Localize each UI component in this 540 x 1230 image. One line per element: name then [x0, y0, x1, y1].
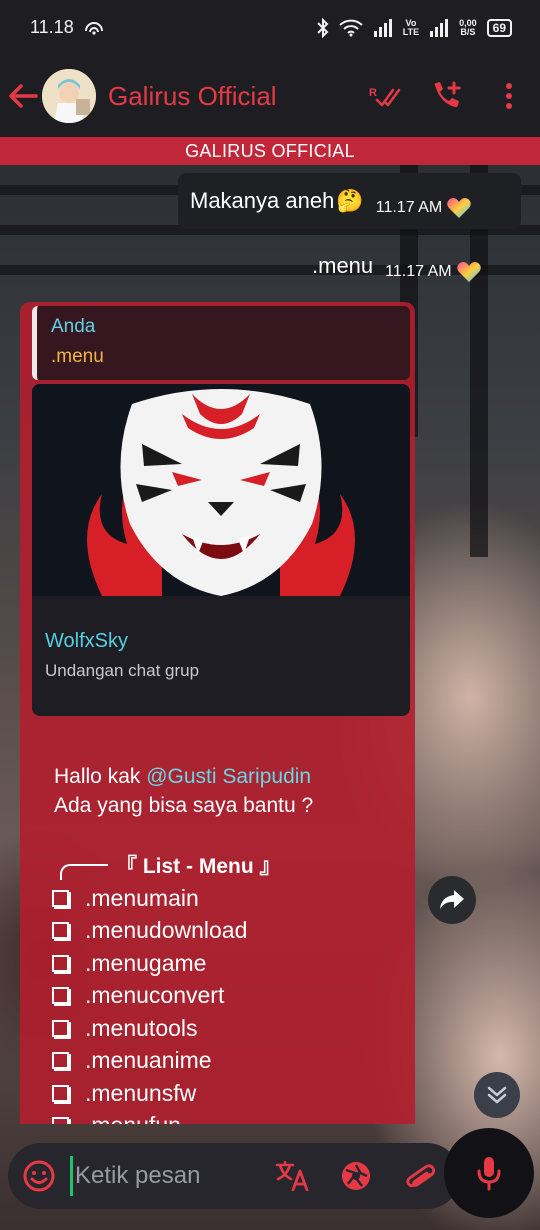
menu-item: .menuconvert: [52, 980, 247, 1013]
forward-button[interactable]: [428, 876, 476, 924]
double-chevron-down-icon: [487, 1086, 507, 1104]
greeting-prefix: Hallo kak: [54, 765, 147, 788]
checkbox-icon: [52, 1084, 69, 1102]
read-receipt-icon: R: [369, 87, 401, 107]
menu-title: 『 List - Menu 』: [116, 855, 281, 878]
add-call-button[interactable]: [416, 66, 478, 126]
mark-read-button[interactable]: R: [354, 66, 416, 126]
tiger-logo-image: [32, 384, 410, 596]
quoted-message[interactable]: Anda .menu: [32, 306, 410, 380]
volte-label-bottom: LTE: [402, 26, 420, 37]
menu-item-label: .menuconvert: [85, 982, 225, 1009]
smiley-icon: [23, 1160, 55, 1192]
hotspot-icon: [84, 21, 104, 35]
emoji-button[interactable]: [8, 1160, 70, 1192]
attach-button[interactable]: [388, 1146, 452, 1206]
camera-button[interactable]: [324, 1146, 388, 1206]
translate-button[interactable]: [260, 1146, 324, 1206]
heart-read-icon: [447, 198, 471, 218]
message-time: 11.17 AM: [385, 263, 452, 280]
share-arrow-icon: [440, 890, 464, 909]
menu-item: .menutools: [52, 1012, 247, 1045]
signal-icon: [429, 18, 449, 37]
checkbox-icon: [52, 922, 69, 940]
checkbox-icon: [52, 1052, 69, 1070]
phone-add-icon: [434, 81, 461, 108]
back-arrow-icon: [9, 84, 38, 108]
menu-item: .menumain: [52, 882, 247, 915]
message-composer: Ketik pesan: [8, 1143, 460, 1209]
wifi-icon: [339, 19, 363, 37]
scroll-to-bottom-button[interactable]: [474, 1072, 520, 1118]
menu-item: .menunsfw: [52, 1077, 247, 1110]
thinking-emoji: 🤔: [336, 188, 364, 214]
more-vertical-icon: [506, 83, 512, 109]
back-button[interactable]: [0, 66, 46, 126]
group-invite-image: [32, 384, 410, 596]
menu-item-label: .menumain: [85, 884, 199, 911]
invite-group-name: WolfxSky: [45, 630, 128, 652]
message-text: Makanya aneh: [190, 188, 335, 213]
greeting-text: Hallo kak @Gusti Saripudin Ada yang bisa…: [54, 762, 313, 820]
invite-label: Undangan chat grup: [45, 661, 200, 680]
quoted-author: Anda: [51, 316, 96, 337]
volte-icon: Vo LTE: [402, 18, 420, 37]
group-header-banner: GALIRUS OFFICIAL: [0, 137, 540, 165]
incoming-message[interactable]: Anda .menu WolfxSky Undangan chat grup H…: [20, 302, 415, 1124]
menu-item-label: .menuanime: [85, 1047, 212, 1074]
menu-item-label: .menugame: [85, 949, 207, 976]
menu-title-row: 『 List - Menu 』: [60, 850, 281, 880]
net-speed: 0,00 B/S: [459, 18, 477, 37]
heart-read-icon: [456, 262, 481, 282]
svg-text:R: R: [369, 87, 377, 99]
menu-item-label: .menunsfw: [85, 1079, 197, 1106]
status-time: 11.18: [30, 17, 74, 37]
outgoing-message[interactable]: .menu 11.17 AM: [312, 243, 482, 289]
menu-item: .menugame: [52, 947, 247, 980]
menu-title-decoration: [60, 864, 108, 880]
message-time: 11.17 AM: [375, 199, 443, 216]
menu-item-label: .menutools: [85, 1014, 198, 1041]
signal-icon: [373, 18, 393, 37]
menu-item: .menufun: [52, 1110, 247, 1124]
checkbox-icon: [52, 987, 69, 1005]
checkbox-icon: [52, 889, 69, 907]
menu-item-label: .menudownload: [85, 917, 248, 944]
checkbox-icon: [52, 1019, 69, 1037]
translate-icon: [275, 1161, 309, 1191]
menu-item: .menudownload: [52, 915, 247, 948]
group-invite-card[interactable]: WolfxSky Undangan chat grup: [32, 384, 410, 716]
more-options-button[interactable]: [478, 66, 540, 126]
menu-item-label: .menufun: [85, 1112, 181, 1124]
checkbox-icon: [52, 954, 69, 972]
microphone-icon: [477, 1157, 501, 1191]
paperclip-icon: [406, 1164, 435, 1188]
greeting-line-2: Ada yang bisa saya bantu ?: [54, 794, 314, 817]
outgoing-message[interactable]: Makanya aneh 🤔 11.17 AM: [178, 173, 521, 229]
message-text: .menu: [312, 253, 374, 278]
contact-name[interactable]: Galirus Official: [108, 81, 277, 112]
chat-app-bar: Galirus Official R: [0, 55, 540, 137]
camera-shutter-icon: [342, 1162, 370, 1190]
menu-item: .menuanime: [52, 1045, 247, 1078]
voice-record-button[interactable]: [444, 1128, 534, 1218]
avatar-image: [42, 69, 96, 123]
user-mention[interactable]: @Gusti Saripudin: [146, 765, 311, 788]
status-bar: 11.18 Vo LTE 0,00 B/S 69: [0, 0, 540, 55]
battery-indicator: 69: [486, 18, 512, 37]
quoted-text: .menu: [51, 346, 104, 367]
checkbox-icon: [52, 1117, 69, 1124]
bluetooth-icon: [317, 17, 329, 38]
menu-list: .menumain .menudownload .menugame .menuc…: [52, 882, 247, 1124]
contact-avatar[interactable]: [42, 69, 96, 123]
message-input[interactable]: Ketik pesan: [70, 1156, 260, 1196]
net-speed-unit: B/S: [460, 26, 476, 37]
